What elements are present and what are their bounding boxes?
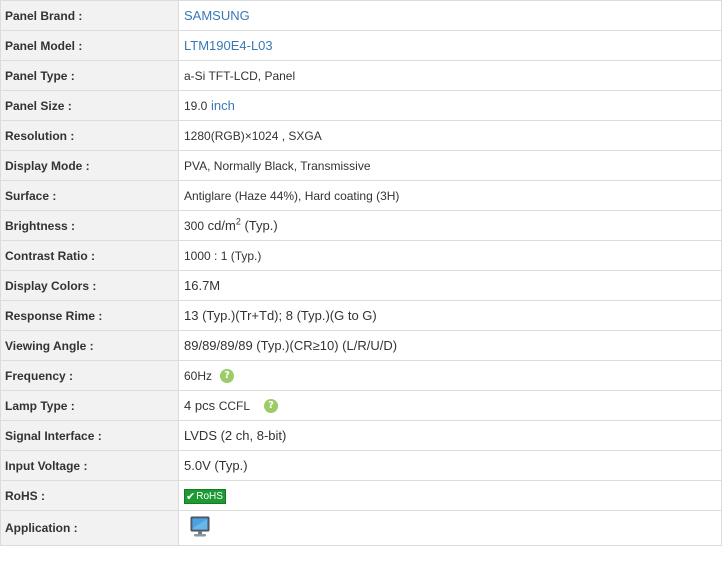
label-lamp-type: Lamp Type :	[0, 390, 179, 421]
value-frequency: 60Hz	[184, 368, 213, 383]
row-panel-size: Panel Size : 19.0 inch	[0, 90, 722, 121]
row-viewing-angle: Viewing Angle : 89/89/89/89 (Typ.)(CR≥10…	[0, 330, 722, 361]
rohs-badge-text: RoHS	[196, 490, 223, 502]
row-display-mode: Display Mode : PVA, Normally Black, Tran…	[0, 150, 722, 181]
value-contrast: 1000 : 1 (Typ.)	[178, 240, 722, 271]
row-rohs: RoHS : ✔ RoHS	[0, 480, 722, 511]
label-brightness: Brightness :	[0, 210, 179, 241]
value-panel-type: a-Si TFT-LCD, Panel	[178, 60, 722, 91]
value-surface: Antiglare (Haze 44%), Hard coating (3H)	[178, 180, 722, 211]
value-lamp-count: 4 pcs	[184, 397, 216, 413]
label-rohs: RoHS :	[0, 480, 179, 511]
label-display-mode: Display Mode :	[0, 150, 179, 181]
check-icon: ✔	[186, 489, 196, 503]
label-response: Response Rime :	[0, 300, 179, 331]
help-icon[interactable]: ?	[220, 369, 235, 384]
value-response: 13 (Typ.)(Tr+Td); 8 (Typ.)(G to G)	[178, 300, 722, 331]
spec-table: Panel Brand : SAMSUNG Panel Model : LTM1…	[0, 0, 722, 546]
label-signal-interface: Signal Interface :	[0, 420, 179, 451]
value-input-voltage: 5.0V (Typ.)	[178, 450, 722, 481]
value-panel-size: 19.0	[184, 99, 208, 113]
monitor-icon[interactable]	[190, 516, 210, 541]
row-response: Response Rime : 13 (Typ.)(Tr+Td); 8 (Typ…	[0, 300, 722, 331]
row-panel-brand: Panel Brand : SAMSUNG	[0, 0, 722, 31]
value-brightness: 300	[184, 219, 205, 233]
value-resolution: 1280(RGB)×1024 , SXGA	[178, 120, 722, 151]
help-icon[interactable]: ?	[264, 399, 279, 414]
row-application: Application :	[0, 510, 722, 546]
row-display-colors: Display Colors : 16.7M	[0, 270, 722, 301]
row-resolution: Resolution : 1280(RGB)×1024 , SXGA	[0, 120, 722, 151]
value-display-colors: 16.7M	[178, 270, 722, 301]
label-viewing-angle: Viewing Angle :	[0, 330, 179, 361]
label-contrast: Contrast Ratio :	[0, 240, 179, 271]
label-frequency: Frequency :	[0, 360, 179, 391]
size-unit-link[interactable]: inch	[211, 98, 235, 113]
row-surface: Surface : Antiglare (Haze 44%), Hard coa…	[0, 180, 722, 211]
model-link[interactable]: LTM190E4-L03	[184, 38, 273, 53]
row-lamp-type: Lamp Type : 4 pcs CCFL?	[0, 390, 722, 421]
brightness-unit: cd/m	[207, 218, 236, 233]
label-display-colors: Display Colors :	[0, 270, 179, 301]
label-panel-model: Panel Model :	[0, 30, 179, 61]
label-panel-type: Panel Type :	[0, 60, 179, 91]
label-panel-brand: Panel Brand :	[0, 0, 179, 31]
row-signal-interface: Signal Interface : LVDS (2 ch, 8-bit)	[0, 420, 722, 451]
row-panel-model: Panel Model : LTM190E4-L03	[0, 30, 722, 61]
brightness-suffix: (Typ.)	[240, 218, 278, 233]
label-surface: Surface :	[0, 180, 179, 211]
row-brightness: Brightness : 300 cd/m2 (Typ.)	[0, 210, 722, 241]
row-panel-type: Panel Type : a-Si TFT-LCD, Panel	[0, 60, 722, 91]
value-signal-interface: LVDS (2 ch, 8-bit)	[178, 420, 722, 451]
label-panel-size: Panel Size :	[0, 90, 179, 121]
value-lamp-type: CCFL	[218, 398, 251, 413]
row-contrast: Contrast Ratio : 1000 : 1 (Typ.)	[0, 240, 722, 271]
label-application: Application :	[0, 510, 179, 546]
value-display-mode: PVA, Normally Black, Transmissive	[178, 150, 722, 181]
label-input-voltage: Input Voltage :	[0, 450, 179, 481]
row-frequency: Frequency : 60Hz?	[0, 360, 722, 391]
rohs-badge: ✔ RoHS	[184, 488, 226, 504]
label-resolution: Resolution :	[0, 120, 179, 151]
brand-link[interactable]: SAMSUNG	[184, 8, 250, 23]
row-input-voltage: Input Voltage : 5.0V (Typ.)	[0, 450, 722, 481]
value-viewing-angle: 89/89/89/89 (Typ.)(CR≥10) (L/R/U/D)	[178, 330, 722, 361]
